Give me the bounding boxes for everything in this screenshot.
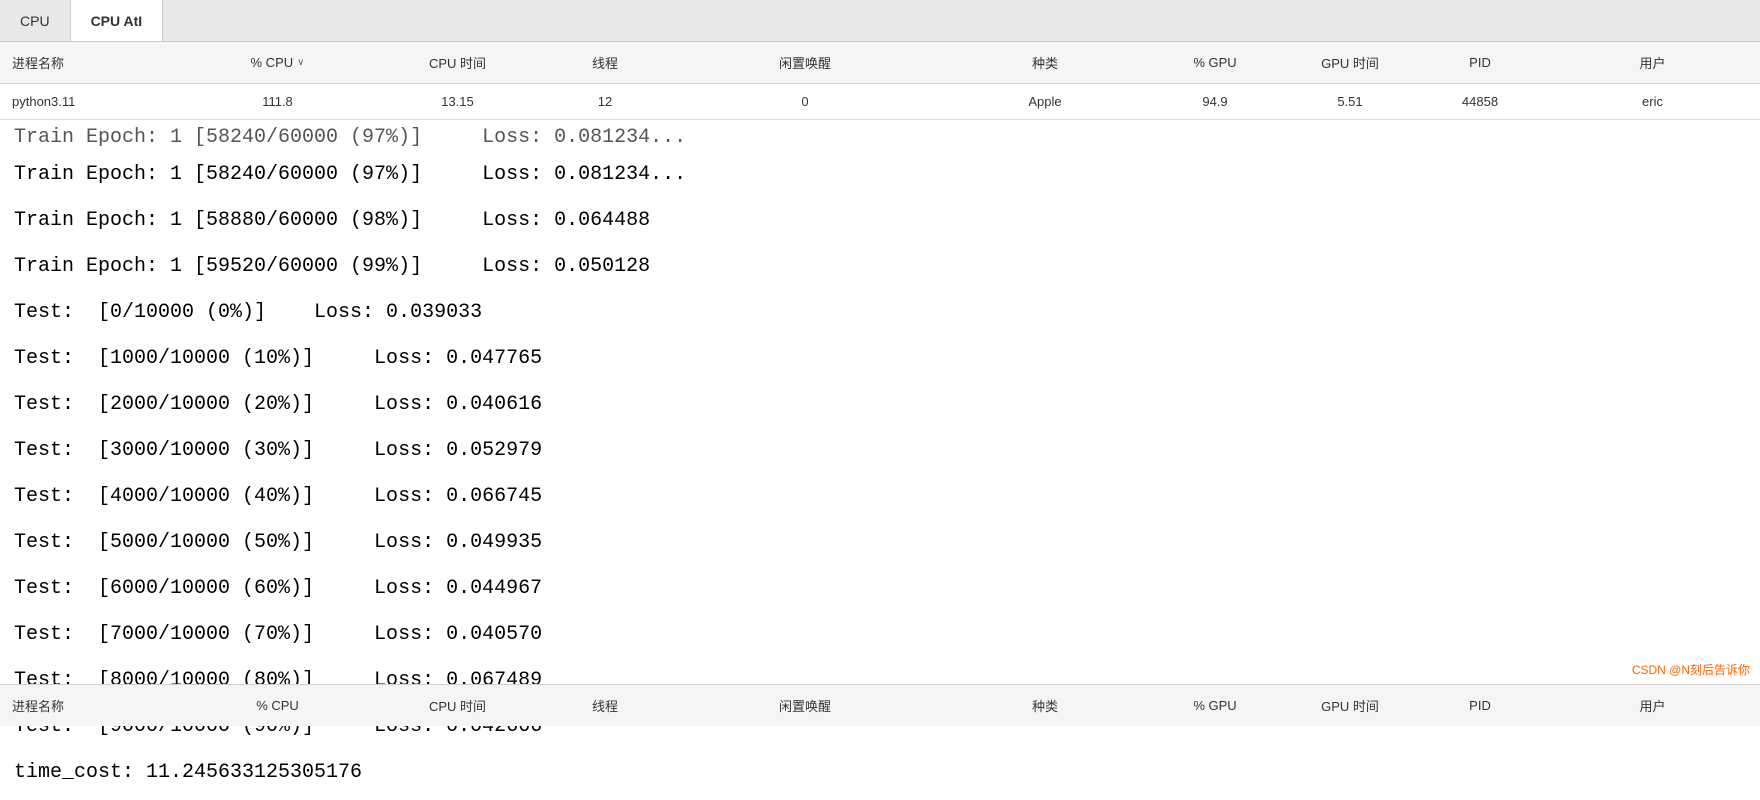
terminal-line: Train Epoch: 1 [58240/60000 (97%)] Loss:… [0,152,1760,198]
header-tabs: CPU CPU AtI [0,0,1760,42]
terminal-line: Test: [1000/10000 (10%)] Loss: 0.047765 [0,336,1760,382]
terminal-line: Test: [7000/10000 (70%)] Loss: 0.040570 [0,612,1760,658]
sort-arrow-icon: ∨ [297,57,304,68]
terminal-line: Test: [6000/10000 (60%)] Loss: 0.044967 [0,566,1760,612]
col-header-pid[interactable]: PID [1415,42,1545,83]
terminal-line-partial: Train Epoch: 1 [58240/60000 (97%)] Loss:… [0,124,1760,152]
col-header-cpu-pct[interactable]: % CPU ∨ [185,42,370,83]
process-name: python3.11 [0,84,185,119]
col-header-gpu-pct[interactable]: % GPU [1145,42,1285,83]
col-header-gpu-time[interactable]: GPU 时间 [1285,42,1415,83]
col-header-process: 进程名称 [0,42,185,83]
process-threads: 12 [545,84,665,119]
process-gpu-pct: 94.9 [1145,84,1285,119]
bottom-col-idle: 闲置唤醒 [665,685,945,726]
terminal-line: Test: [0/10000 (0%)] Loss: 0.039033 [0,290,1760,336]
terminal-line: Test: [3000/10000 (30%)] Loss: 0.052979 [0,428,1760,474]
process-kind: Apple [945,84,1145,119]
col-header-threads[interactable]: 线程 [545,42,665,83]
bottom-table-header: 进程名称 % CPU CPU 时间 线程 闲置唤醒 种类 % GPU GPU 时… [0,684,1760,726]
terminal-line: time_cost: 11.245633125305176 [0,750,1760,796]
terminal-line: Test: [4000/10000 (40%)] Loss: 0.066745 [0,474,1760,520]
process-table-header: 进程名称 % CPU ∨ CPU 时间 线程 闲置唤醒 种类 % GPU GPU… [0,42,1760,84]
tab-cpu-ati[interactable]: CPU AtI [71,0,164,41]
bottom-col-cpu: % CPU [185,685,370,726]
terminal-line: Train Epoch: 1 [58880/60000 (98%)] Loss:… [0,198,1760,244]
terminal-line: Train Epoch: 1 [59520/60000 (99%)] Loss:… [0,244,1760,290]
bottom-col-threads: 线程 [545,685,665,726]
col-header-kind[interactable]: 种类 [945,42,1145,83]
process-user: eric [1545,84,1760,119]
bottom-col-kind: 种类 [945,685,1145,726]
tab-cpu[interactable]: CPU [0,0,71,41]
bottom-col-user: 用户 [1545,685,1760,726]
terminal-line: Test: [2000/10000 (20%)] Loss: 0.040616 [0,382,1760,428]
bottom-col-cpu-time: CPU 时间 [370,685,545,726]
process-gpu-time: 5.51 [1285,84,1415,119]
bottom-col-process: 进程名称 [0,685,185,726]
process-pid: 44858 [1415,84,1545,119]
process-cpu-pct: 111.8 [185,84,370,119]
col-header-cpu-time[interactable]: CPU 时间 [370,42,545,83]
terminal-line: Test: [5000/10000 (50%)] Loss: 0.049935 [0,520,1760,566]
bottom-col-gpu: % GPU [1145,685,1285,726]
col-header-idle-wake[interactable]: 闲置唤醒 [665,42,945,83]
process-row[interactable]: python3.11 111.8 13.15 12 0 Apple 94.9 5… [0,84,1760,120]
tab-cpu-label: CPU [20,13,50,29]
col-header-user[interactable]: 用户 [1545,42,1760,83]
tab-cpu-ati-label: CPU AtI [91,13,143,29]
process-cpu-time: 13.15 [370,84,545,119]
process-idle-wake: 0 [665,84,945,119]
watermark: CSDN @N刻后告诉你 [1632,661,1750,678]
bottom-col-gpu-time: GPU 时间 [1285,685,1415,726]
bottom-col-pid: PID [1415,685,1545,726]
